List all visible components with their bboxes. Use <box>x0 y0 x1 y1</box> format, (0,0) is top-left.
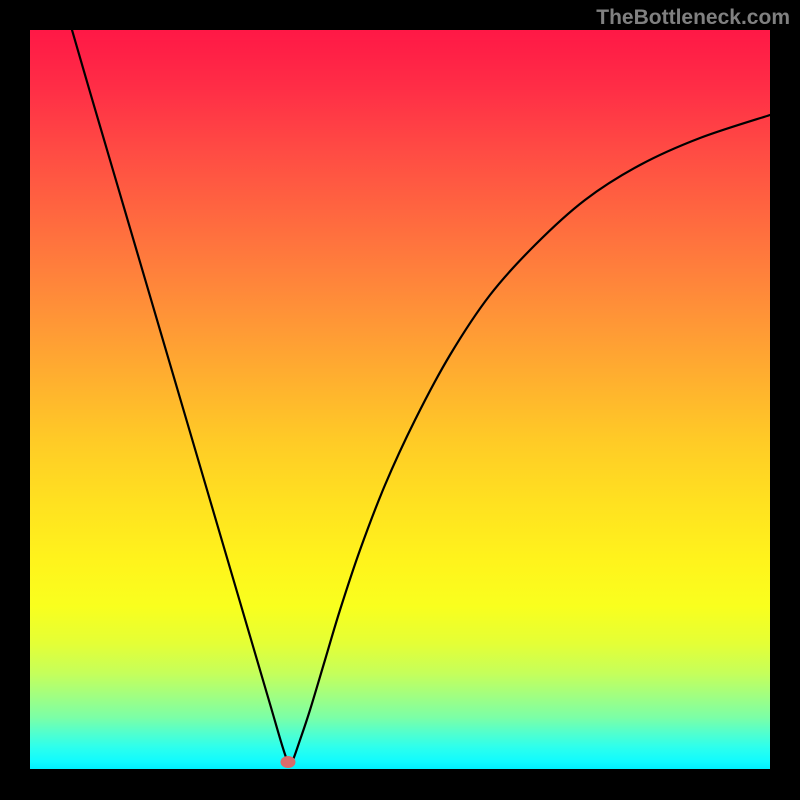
chart-container: TheBottleneck.com <box>0 0 800 800</box>
bottleneck-curve <box>72 30 770 764</box>
optimum-marker <box>281 756 296 768</box>
curve-svg <box>30 30 770 769</box>
plot-area <box>30 30 770 769</box>
watermark-text: TheBottleneck.com <box>596 6 790 30</box>
